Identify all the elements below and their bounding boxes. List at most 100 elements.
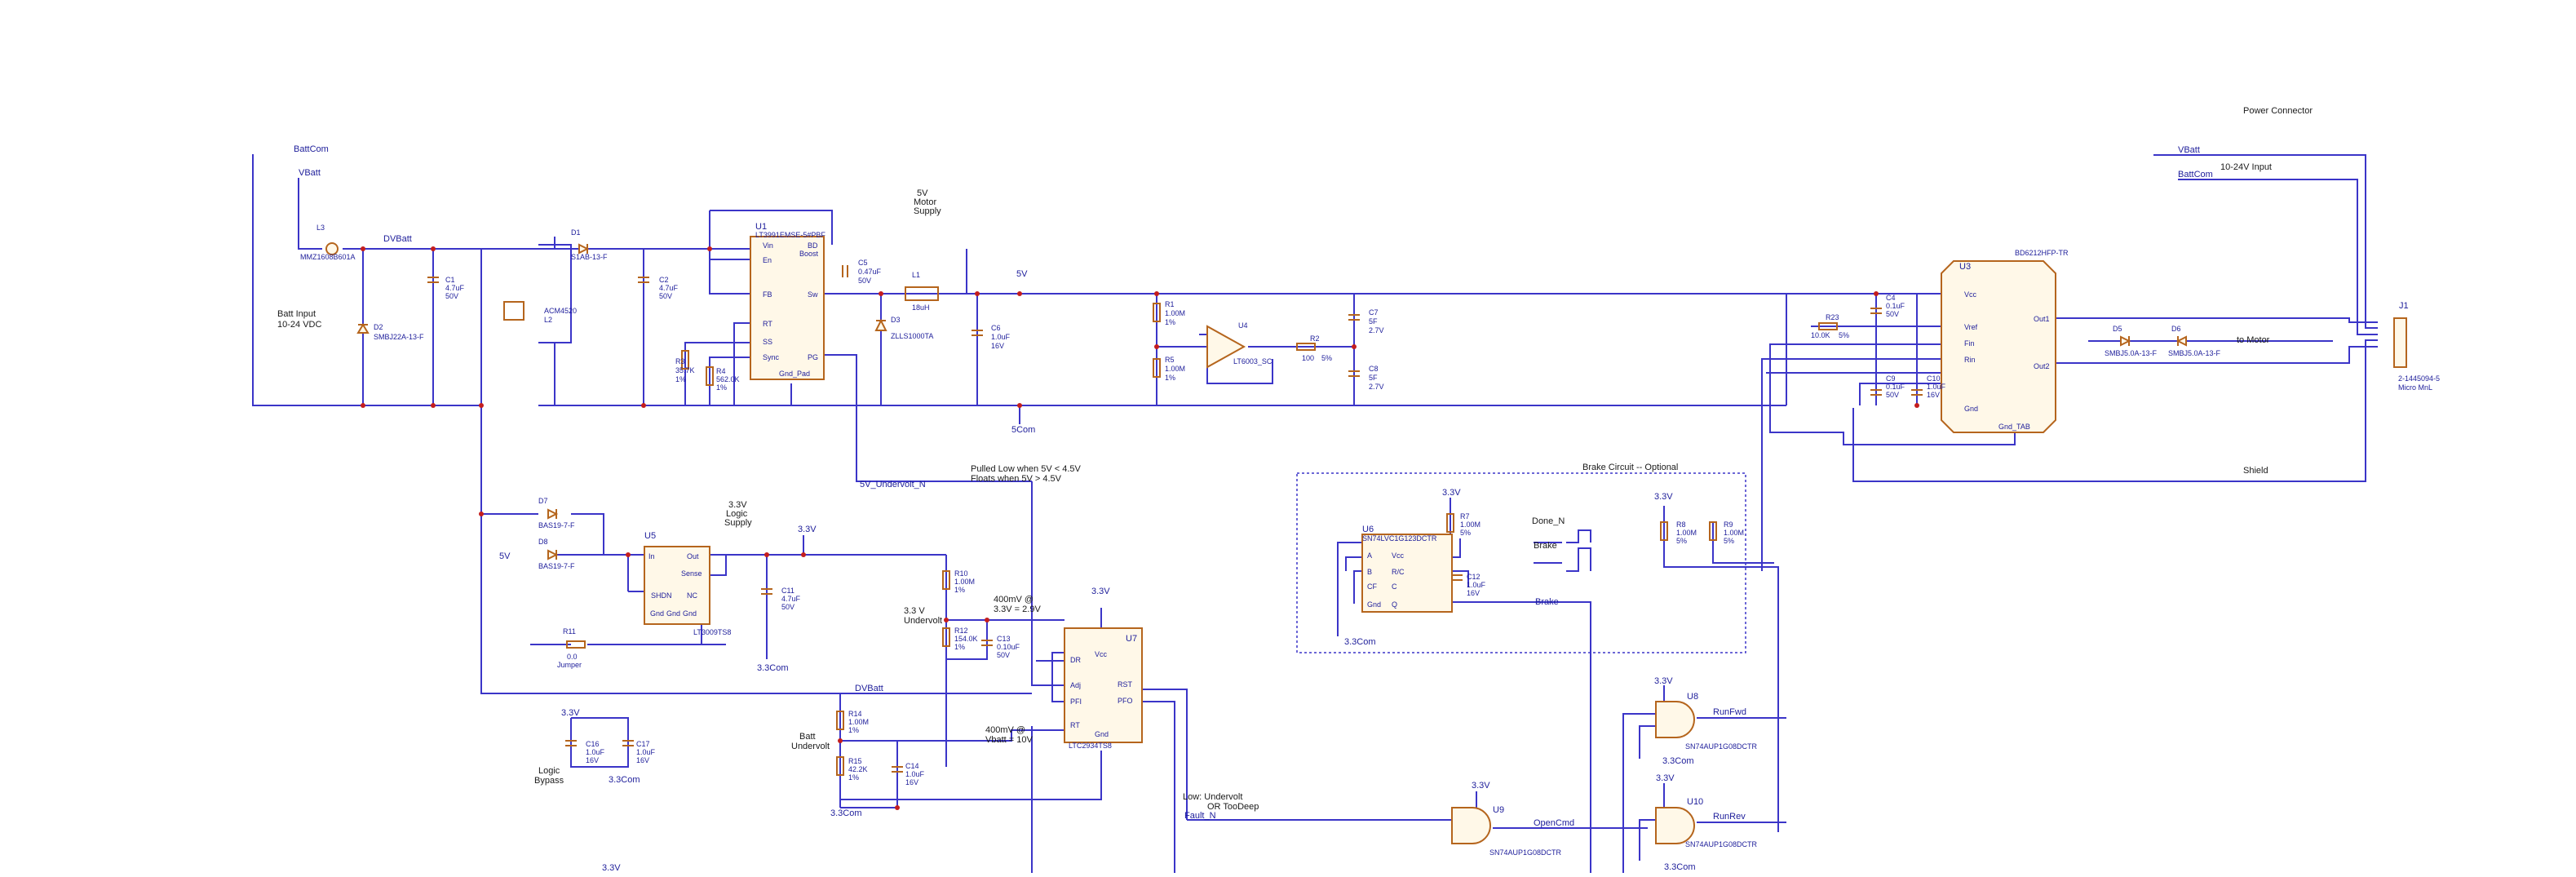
svg-text:0.1uF: 0.1uF (1886, 302, 1905, 310)
svg-text:Out1: Out1 (2034, 315, 2050, 323)
u7-partno: LTC2934TS8 (1069, 742, 1112, 750)
r5-resistor: R5 1.00M 1% (1153, 356, 1185, 382)
svg-text:1.0uF: 1.0uF (1927, 383, 1946, 391)
svg-text:L3: L3 (316, 224, 325, 232)
svg-text:CF: CF (1367, 582, 1377, 591)
l3-ferrite: L3 MMZ1608B601A (300, 224, 356, 261)
svg-text:C17: C17 (636, 740, 650, 748)
svg-text:Vref: Vref (1964, 323, 1978, 331)
r2-resistor: R2 100 5% (1296, 334, 1332, 362)
undervolt33-note-1: 3.3 V (904, 606, 925, 616)
u9-3v3-label: 3.3V (1472, 781, 1490, 791)
svg-text:1%: 1% (716, 383, 727, 392)
u10-and-gate (1655, 807, 1695, 844)
svg-text:Sync: Sync (763, 353, 780, 361)
svg-text:1.0uF: 1.0uF (905, 770, 925, 778)
svg-text:R7: R7 (1460, 512, 1470, 520)
svg-text:0.0: 0.0 (567, 653, 578, 661)
svg-text:D8: D8 (538, 538, 548, 546)
to-motor-label: to Motor (2237, 335, 2270, 345)
u3-motor-driver-ic (1941, 260, 2056, 433)
svg-text:4.7uF: 4.7uF (659, 284, 679, 292)
c12-capacitor: C12 1.0uF 16V (1451, 573, 1486, 597)
c5-capacitor: C5 0.47uF 50V (842, 259, 882, 285)
net-battcom-label: BattCom (294, 144, 329, 154)
batt-input-note: Batt Input (277, 309, 316, 319)
net-5v-ldo-label: 5V (499, 551, 511, 561)
j1-partno: 2-1445094-5 (2398, 374, 2440, 383)
svg-text:5%: 5% (1321, 354, 1332, 362)
d2-tvs: D2 SMBJ22A-13-F (356, 323, 424, 341)
svg-text:50V: 50V (781, 603, 794, 611)
svg-text:100: 100 (1302, 354, 1314, 362)
svg-text:Gnd: Gnd (650, 609, 664, 618)
svg-text:Sense: Sense (681, 569, 702, 578)
opencmd-label: OpenCmd (1534, 818, 1574, 828)
svg-text:R4: R4 (716, 367, 726, 375)
svg-text:R1: R1 (1165, 300, 1175, 308)
schematic-canvas: Power Connector BattCom VBatt DVBatt Bat… (252, 106, 2440, 873)
svg-text:L1: L1 (912, 271, 920, 279)
svg-text:5%: 5% (1460, 529, 1471, 537)
svg-text:C8: C8 (1369, 365, 1379, 373)
svg-text:16V: 16V (1467, 589, 1480, 597)
svg-text:A: A (1367, 551, 1372, 560)
svg-text:D1: D1 (571, 228, 581, 237)
v400b-note-2: Vbatt = 10V (985, 735, 1033, 745)
net-battcom2-label: BattCom (2178, 170, 2213, 179)
u10-partno: SN74AUP1G08DCTR (1685, 840, 1758, 848)
j1-power-connector (2393, 317, 2407, 368)
svg-text:1.0uF: 1.0uF (1467, 581, 1486, 589)
svg-text:R8: R8 (1676, 520, 1686, 529)
svg-text:Gnd_TAB: Gnd_TAB (1998, 423, 2030, 431)
svg-text:Gnd: Gnd (666, 609, 680, 618)
svg-text:C14: C14 (905, 762, 919, 770)
svg-text:MMZ1608B601A: MMZ1608B601A (300, 253, 356, 261)
svg-text:R10: R10 (954, 569, 968, 578)
svg-text:1.00M: 1.00M (1724, 529, 1744, 537)
svg-text:1.0uF: 1.0uF (636, 748, 656, 756)
net-dvbatt2-label: DVBatt (855, 684, 883, 693)
svg-text:10.0K: 10.0K (1811, 331, 1830, 339)
r10-resistor: R10 1.00M 1% (942, 569, 975, 594)
svg-text:42.2K: 42.2K (848, 765, 868, 773)
svg-text:1.0uF: 1.0uF (586, 748, 605, 756)
svg-text:RT: RT (1070, 721, 1080, 729)
svg-text:D5: D5 (2113, 325, 2122, 333)
svg-text:C9: C9 (1886, 374, 1896, 383)
motor-supply-note-3: Supply (914, 206, 941, 216)
svg-text:Gnd: Gnd (1964, 405, 1978, 413)
svg-text:D7: D7 (538, 497, 548, 505)
bypass-3v3-label: 3.3V (561, 708, 580, 718)
u1-partno: LT3991EMSE-5#PBF (755, 231, 825, 239)
svg-text:0.10uF: 0.10uF (997, 643, 1020, 651)
power-connector-title: Power Connector (2243, 106, 2313, 116)
u8-refdes: U8 (1687, 692, 1698, 702)
u9-and-gate (1451, 807, 1491, 844)
svg-text:U4: U4 (1238, 321, 1248, 330)
svg-text:Gnd: Gnd (1095, 730, 1109, 738)
svg-text:C2: C2 (659, 276, 669, 284)
svg-text:5%: 5% (1676, 537, 1687, 545)
svg-text:C: C (1392, 582, 1397, 591)
svg-text:50V: 50V (858, 277, 871, 285)
u5-refdes: U5 (644, 531, 656, 541)
svg-text:1%: 1% (1165, 374, 1175, 382)
floats-note: Floats when 5V > 4.5V (971, 474, 1062, 484)
done-pulse-waveform (1566, 529, 1591, 543)
svg-text:1%: 1% (675, 375, 686, 383)
j1-desc: Micro MnL (2398, 383, 2432, 392)
svg-text:Boost: Boost (799, 250, 819, 258)
svg-text:1.00M: 1.00M (954, 578, 975, 586)
net-vbatt-label: VBatt (299, 168, 321, 178)
svg-text:154.0K: 154.0K (954, 635, 978, 643)
svg-text:5%: 5% (1839, 331, 1849, 339)
opamp-wiring (1156, 294, 1355, 405)
svg-text:SMBJ22A-13-F: SMBJ22A-13-F (374, 333, 424, 341)
net-3v3com-label: 3.3Com (757, 663, 789, 673)
net-dvbatt-label: DVBatt (383, 234, 412, 244)
svg-text:1%: 1% (954, 586, 965, 594)
svg-text:C16: C16 (586, 740, 600, 748)
svg-text:BAS19-7-F: BAS19-7-F (538, 521, 575, 529)
svg-text:In: In (648, 552, 655, 560)
